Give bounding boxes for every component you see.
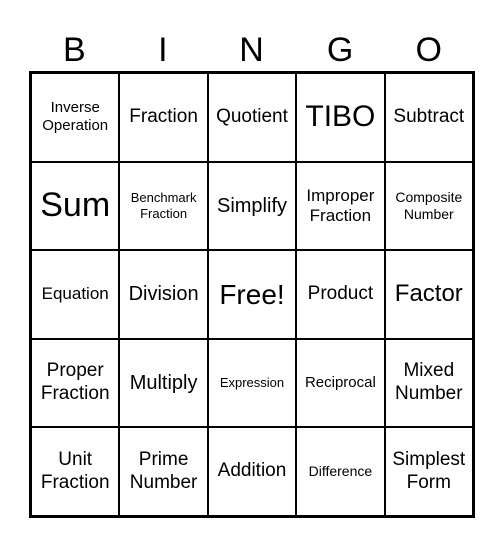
- bingo-cell: Product: [296, 250, 385, 339]
- bingo-cell: Division: [119, 250, 208, 339]
- bingo-cell: Inverse Operation: [31, 73, 120, 162]
- bingo-cell: Difference: [296, 427, 385, 516]
- bingo-cell: Benchmark Fraction: [119, 161, 208, 251]
- bingo-cell: Simplify: [207, 161, 297, 251]
- header-letter-b: B: [62, 31, 86, 69]
- bingo-cell: Reciprocal: [296, 338, 385, 428]
- bingo-cell: Prime Number: [119, 427, 208, 516]
- bingo-cell: TIBO: [296, 73, 385, 162]
- bingo-cell: Improper Fraction: [296, 161, 385, 251]
- header-letter-i: I: [158, 31, 168, 69]
- bingo-cell: Unit Fraction: [31, 427, 120, 516]
- bingo-cell: Mixed Number: [384, 338, 473, 428]
- bingo-cell: Fraction: [119, 73, 208, 162]
- header-letter-n: N: [239, 31, 264, 69]
- bingo-cell: Composite Number: [384, 161, 473, 251]
- bingo-cell: Equation: [31, 250, 120, 339]
- bingo-cell: Quotient: [207, 73, 297, 162]
- bingo-cell: Factor: [384, 250, 473, 339]
- bingo-cell: Sum: [31, 161, 120, 251]
- bingo-cell: Addition: [207, 427, 297, 516]
- bingo-cell: Multiply: [119, 338, 208, 428]
- bingo-cell: Expression: [207, 338, 297, 428]
- header-letter-g: G: [326, 31, 354, 69]
- bingo-header: B I N G O: [30, 30, 473, 70]
- bingo-cell: Proper Fraction: [31, 338, 120, 428]
- header-letter-o: O: [415, 31, 442, 69]
- bingo-cell: Simplest Form: [384, 427, 473, 516]
- free-space: Free!: [207, 250, 297, 339]
- bingo-cell: Subtract: [384, 73, 473, 162]
- bingo-grid: Inverse Operation Fraction Quotient TIBO…: [29, 71, 475, 518]
